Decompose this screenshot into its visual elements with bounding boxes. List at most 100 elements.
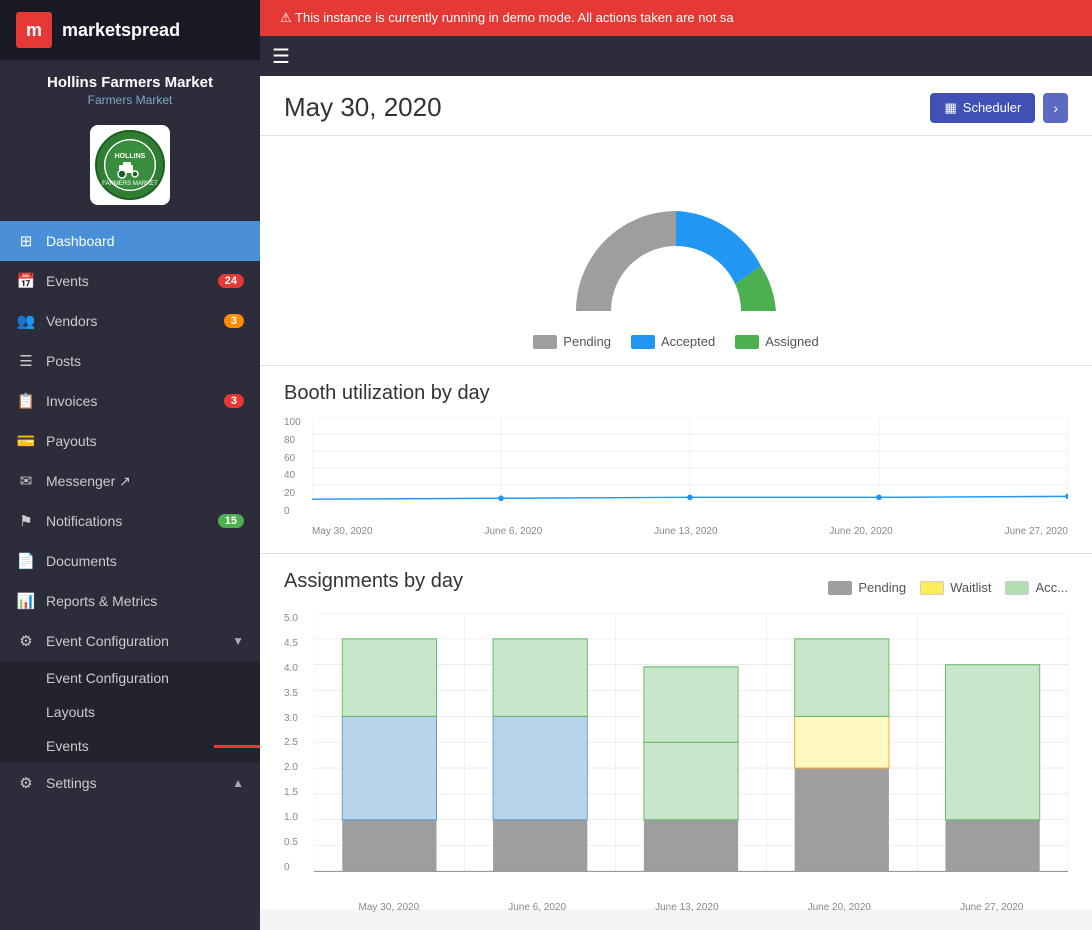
documents-icon: 📄 — [16, 552, 36, 570]
sidebar-item-messenger[interactable]: ✉ Messenger ↗ — [0, 461, 260, 501]
bar-jun27-pending — [945, 820, 1039, 872]
bar-jun6-assigned — [493, 639, 587, 717]
legend-accepted-bar: Acc... — [1005, 580, 1068, 595]
sidebar-item-label: Documents — [46, 553, 244, 569]
sidebar-subitem-layouts[interactable]: Layouts — [0, 695, 260, 729]
hamburger-button[interactable]: ☰ — [260, 36, 302, 77]
invoices-badge: 3 — [224, 394, 244, 408]
bar-chart-container: 5.0 4.5 4.0 3.5 3.0 2.5 2.0 1.5 1.0 0.5 … — [284, 613, 1068, 893]
accepted-bar-swatch — [1005, 581, 1029, 595]
org-logo-svg: HOLLINS FARMERS MARKET — [95, 130, 165, 200]
scheduler-grid-icon: ▦ — [944, 100, 956, 116]
legend-pending: Pending — [533, 334, 611, 349]
scheduler-button[interactable]: ▦ Scheduler — [930, 93, 1035, 123]
current-date: May 30, 2020 — [284, 92, 442, 123]
sidebar-item-settings[interactable]: ⚙ Settings ▲ — [0, 763, 260, 803]
sidebar-subitem-applications[interactable]: Event Configuration — [0, 661, 260, 695]
content-area: May 30, 2020 ▦ Scheduler › — [260, 76, 1092, 909]
sidebar-item-label: Event Configuration — [46, 633, 222, 649]
sidebar-item-vendors[interactable]: 👥 Vendors 3 — [0, 301, 260, 341]
sidebar-item-label: Invoices — [46, 393, 214, 409]
events-icon: 📅 — [16, 272, 36, 290]
booth-chart-area: 100 80 60 40 20 0 — [284, 417, 1068, 537]
sidebar-nav: ⊞ Dashboard 📅 Events 24 👥 Vendors 3 ☰ Po… — [0, 221, 260, 930]
settings-icon: ⚙ — [16, 774, 36, 792]
sidebar-item-invoices[interactable]: 📋 Invoices 3 — [0, 381, 260, 421]
bar-jun20-waitlist — [795, 716, 889, 768]
sidebar-header: m marketspread — [0, 0, 260, 60]
gauge-legend: Pending Accepted Assigned — [533, 334, 818, 349]
assignments-header: Assignments by day Pending Waitlist Acc.… — [284, 570, 1068, 605]
sidebar-item-posts[interactable]: ☰ Posts — [0, 341, 260, 381]
sidebar-item-label: Events — [46, 273, 208, 289]
pending-label: Pending — [563, 334, 611, 349]
sidebar-item-documents[interactable]: 📄 Documents — [0, 541, 260, 581]
bar-may30-accepted — [342, 716, 436, 819]
pending-swatch — [533, 335, 557, 349]
posts-icon: ☰ — [16, 352, 36, 370]
bar-y-labels: 5.0 4.5 4.0 3.5 3.0 2.5 2.0 1.5 1.0 0.5 … — [284, 613, 314, 893]
pending-bar-label: Pending — [858, 580, 906, 595]
main-content: ⚠ This instance is currently running in … — [260, 0, 1092, 930]
scheduler-label: Scheduler — [963, 100, 1022, 115]
bar-chart-svg — [314, 613, 1068, 893]
bar-jun13-assigned — [644, 742, 738, 820]
legend-accepted: Accepted — [631, 334, 715, 349]
org-info: Hollins Farmers Market Farmers Market — [0, 60, 260, 115]
assigned-swatch — [735, 335, 759, 349]
accepted-swatch — [631, 335, 655, 349]
gauge-section: Pending Accepted Assigned — [260, 136, 1092, 366]
red-arrow-events — [214, 739, 260, 753]
waitlist-label: Waitlist — [950, 580, 991, 595]
sidebar-item-dashboard[interactable]: ⊞ Dashboard — [0, 221, 260, 261]
assignments-section: Assignments by day Pending Waitlist Acc.… — [260, 554, 1092, 909]
sidebar-item-reports[interactable]: 📊 Reports & Metrics — [0, 581, 260, 621]
sidebar-item-events[interactable]: 📅 Events 24 — [0, 261, 260, 301]
app-logo: m — [16, 12, 52, 48]
legend-pending-bar: Pending — [828, 580, 906, 595]
date-header: May 30, 2020 ▦ Scheduler › — [260, 76, 1092, 136]
assignments-legend: Pending Waitlist Acc... — [828, 580, 1068, 595]
sidebar-item-notifications[interactable]: ⚑ Notifications 15 — [0, 501, 260, 541]
org-avatar-wrap: HOLLINS FARMERS MARKET — [0, 115, 260, 221]
waitlist-swatch — [920, 581, 944, 595]
app-name: marketspread — [62, 20, 180, 41]
sidebar: m marketspread Hollins Farmers Market Fa… — [0, 0, 260, 930]
date-actions: ▦ Scheduler › — [930, 93, 1068, 123]
bar-jun13-assigned2 — [644, 667, 738, 742]
org-avatar: HOLLINS FARMERS MARKET — [90, 125, 170, 205]
bar-jun13-pending — [644, 820, 738, 872]
accepted-label: Accepted — [661, 334, 715, 349]
bar-jun20-pending — [795, 768, 889, 871]
gauge-wrap: Pending Accepted Assigned — [284, 156, 1068, 349]
sidebar-item-event-configuration[interactable]: ⚙ Event Configuration ▼ — [0, 621, 260, 661]
org-type: Farmers Market — [16, 93, 244, 107]
demo-banner: ⚠ This instance is currently running in … — [260, 0, 1092, 36]
bar-chart-area: May 30, 2020 June 6, 2020 June 13, 2020 … — [314, 613, 1068, 893]
sidebar-item-payouts[interactable]: 💳 Payouts — [0, 421, 260, 461]
booth-y-labels: 100 80 60 40 20 0 — [284, 417, 312, 517]
events-badge: 24 — [218, 274, 244, 288]
dashboard-icon: ⊞ — [16, 232, 36, 250]
event-config-icon: ⚙ — [16, 632, 36, 650]
assigned-label: Assigned — [765, 334, 818, 349]
sidebar-item-label: Notifications — [46, 513, 208, 529]
sidebar-subitem-events[interactable]: Events — [0, 729, 260, 763]
chevron-down-icon: ▼ — [232, 634, 244, 648]
top-bar: ☰ — [260, 36, 1092, 76]
messenger-icon: ✉ — [16, 472, 36, 490]
assignments-title: Assignments by day — [284, 570, 463, 593]
booth-utilization-section: Booth utilization by day 100 80 60 40 20… — [260, 366, 1092, 554]
notifications-icon: ⚑ — [16, 512, 36, 530]
accepted-bar-label: Acc... — [1035, 580, 1068, 595]
sidebar-item-label: Settings — [46, 775, 222, 791]
booth-x-labels: May 30, 2020 June 6, 2020 June 13, 2020 … — [312, 526, 1068, 537]
invoices-icon: 📋 — [16, 392, 36, 410]
bar-jun6-pending — [493, 820, 587, 872]
next-button[interactable]: › — [1043, 93, 1068, 123]
legend-waitlist-bar: Waitlist — [920, 580, 991, 595]
sidebar-item-label: Vendors — [46, 313, 214, 329]
sidebar-item-label: Reports & Metrics — [46, 593, 244, 609]
payouts-icon: 💳 — [16, 432, 36, 450]
gauge-chart — [516, 156, 836, 326]
